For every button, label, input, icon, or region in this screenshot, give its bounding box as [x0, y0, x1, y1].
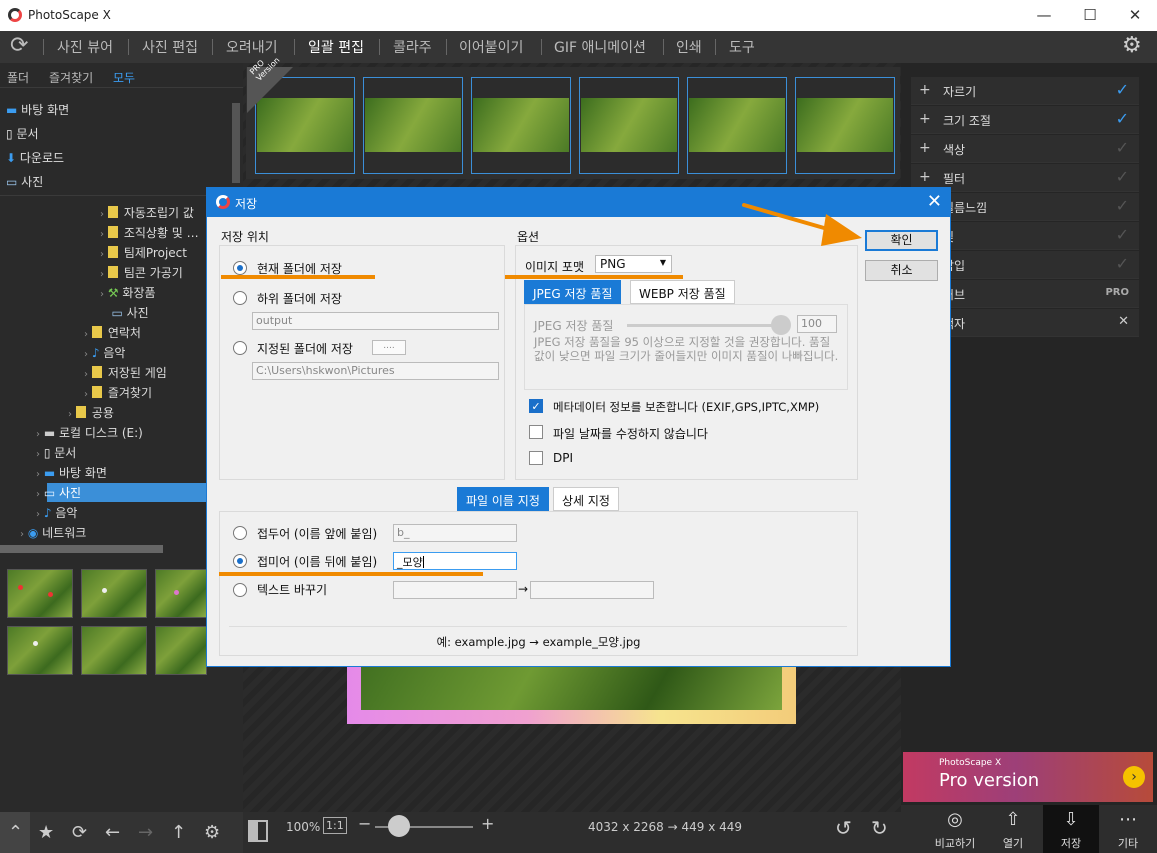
annotation-arrow: [742, 203, 862, 246]
